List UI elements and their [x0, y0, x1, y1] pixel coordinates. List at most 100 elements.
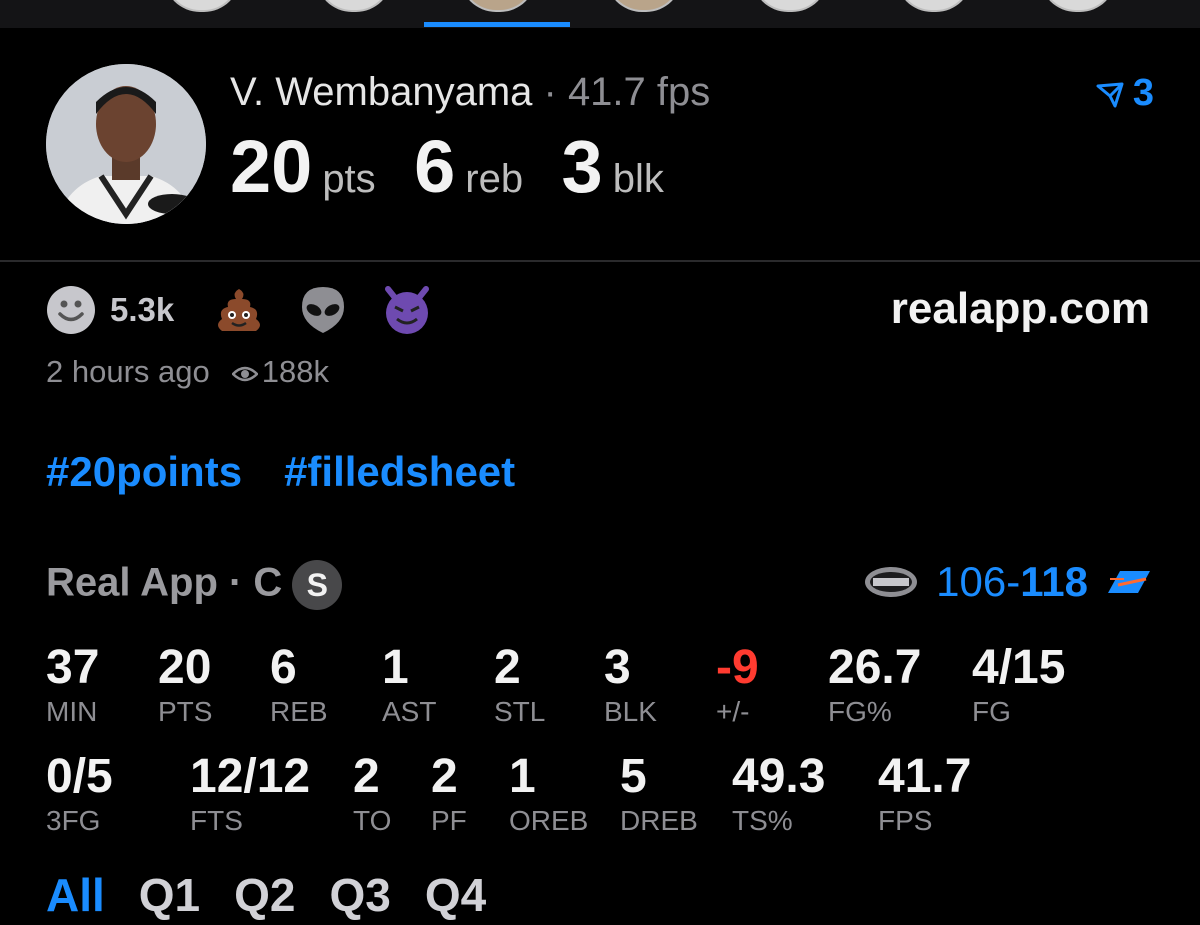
stat-value: -9: [716, 641, 759, 694]
tab-q4[interactable]: Q4: [425, 869, 486, 921]
share-button[interactable]: 3: [1095, 72, 1154, 115]
stat-value: 26.7: [828, 641, 922, 694]
stat-label: FG: [972, 696, 1011, 727]
tab-q3[interactable]: Q3: [330, 869, 391, 921]
stat-fg-pct: 26.7 FG%: [828, 640, 921, 728]
headline-stat-unit: blk: [612, 157, 664, 201]
site-link[interactable]: realapp.com: [891, 284, 1150, 334]
headline-stats: 20 pts 6 reb 3 blk: [230, 125, 698, 209]
stat-oreb: 1 OREB: [509, 749, 588, 837]
headline-stat-blk: 3 blk: [562, 125, 664, 209]
player-photo-icon: [46, 64, 206, 224]
headline-stat-unit: reb: [465, 157, 524, 201]
stat-value: 41.7: [878, 750, 972, 803]
stat-value: 49.3: [732, 750, 826, 803]
stat-label: STL: [494, 696, 546, 727]
alien-icon[interactable]: [298, 285, 348, 335]
hashtags: #20points #filledsheet: [46, 448, 557, 496]
post-meta: 2 hours ago 188k: [46, 354, 329, 390]
stat-dreb: 5 DREB: [620, 749, 698, 837]
headline-stat-pts: 20 pts: [230, 125, 376, 209]
active-tab-indicator: [424, 22, 570, 27]
share-count: 3: [1132, 72, 1154, 114]
stat-fps: 41.7 FPS: [878, 749, 971, 837]
stat-pf: 2 PF: [431, 749, 467, 837]
stat-label: TO: [353, 805, 392, 836]
stat-blk: 3 BLK: [604, 640, 657, 728]
stat-label: REB: [270, 696, 328, 727]
view-count-value: 188k: [261, 354, 329, 389]
game-label-text: Real App · C: [46, 560, 283, 605]
stat-value: 2: [494, 641, 521, 694]
stat-label: BLK: [604, 696, 657, 727]
stat-value: 1: [509, 750, 536, 803]
stat-value: 4/15: [972, 641, 1066, 694]
stat-label: PF: [431, 805, 467, 836]
tab-avatar[interactable]: [164, 0, 240, 12]
stat-3fg: 0/5 3FG: [46, 749, 113, 837]
reactions-row: 5.3k: [46, 284, 466, 336]
stat-ast: 1 AST: [382, 640, 436, 728]
stat-label: FG%: [828, 696, 892, 727]
tab-avatar-active[interactable]: [460, 0, 536, 12]
okc-logo-icon: [1108, 571, 1150, 593]
stat-fts: 12/12 FTS: [190, 749, 310, 837]
stat-value: 3: [604, 641, 631, 694]
stat-to: 2 TO: [353, 749, 391, 837]
tab-avatar[interactable]: [896, 0, 972, 12]
tab-avatar[interactable]: [752, 0, 828, 12]
hashtag[interactable]: #20points: [46, 448, 242, 495]
stat-label: FTS: [190, 805, 243, 836]
stat-label: +/-: [716, 696, 750, 727]
stat-value: 37: [46, 641, 100, 694]
view-count: 188k: [230, 354, 329, 389]
position-badge: S: [292, 560, 343, 610]
score-left: 106-: [936, 558, 1021, 605]
tab-avatar[interactable]: [606, 0, 682, 12]
paper-plane-icon: [1096, 82, 1124, 108]
stat-value: 2: [353, 750, 380, 803]
stat-fg: 4/15 FG: [972, 640, 1065, 728]
stat-min: 37 MIN: [46, 640, 99, 728]
poop-icon[interactable]: [214, 285, 264, 335]
smile-icon[interactable]: [46, 285, 96, 335]
score-text: 106-118: [936, 558, 1088, 606]
stat-value: 5: [620, 750, 647, 803]
tab-q2[interactable]: Q2: [234, 869, 295, 921]
stat-label: TS%: [732, 805, 793, 836]
stat-label: 3FG: [46, 805, 101, 836]
score-right: 118: [1020, 558, 1088, 605]
tab-q1[interactable]: Q1: [139, 869, 200, 921]
tab-all[interactable]: All: [46, 869, 105, 921]
stat-stl: 2 STL: [494, 640, 545, 728]
stat-label: PTS: [158, 696, 213, 727]
game-score[interactable]: 106-118: [864, 558, 1152, 606]
spurs-logo-icon: [865, 567, 918, 597]
player-avatar[interactable]: [46, 64, 206, 224]
stat-value: 2: [431, 750, 458, 803]
stat-ts-pct: 49.3 TS%: [732, 749, 825, 837]
stat-plus-minus: -9 +/-: [716, 640, 759, 728]
headline-stat-value: 6: [414, 125, 456, 208]
stat-label: MIN: [46, 696, 98, 727]
stat-value: 12/12: [190, 750, 311, 803]
stat-value: 0/5: [46, 750, 113, 803]
headline-stat-unit: pts: [322, 157, 376, 201]
headline-stat-reb: 6 reb: [414, 125, 523, 209]
tab-avatar[interactable]: [1040, 0, 1116, 12]
stat-value: 20: [158, 641, 212, 694]
eye-icon: [230, 366, 259, 382]
reaction-count: 5.3k: [110, 291, 175, 328]
player-name-line: V. Wembanyama · 41.7 fps: [230, 68, 710, 116]
tab-avatar[interactable]: [316, 0, 392, 12]
post-time: 2 hours ago: [46, 354, 210, 389]
stat-label: OREB: [509, 805, 589, 836]
stat-value: 6: [270, 641, 297, 694]
devil-icon[interactable]: [382, 285, 432, 335]
section-divider: [0, 260, 1200, 262]
stat-reb: 6 REB: [270, 640, 328, 728]
stat-value: 1: [382, 641, 409, 694]
hashtag[interactable]: #filledsheet: [284, 448, 515, 495]
player-name[interactable]: V. Wembanyama: [230, 70, 532, 114]
top-tab-strip: [0, 0, 1200, 28]
